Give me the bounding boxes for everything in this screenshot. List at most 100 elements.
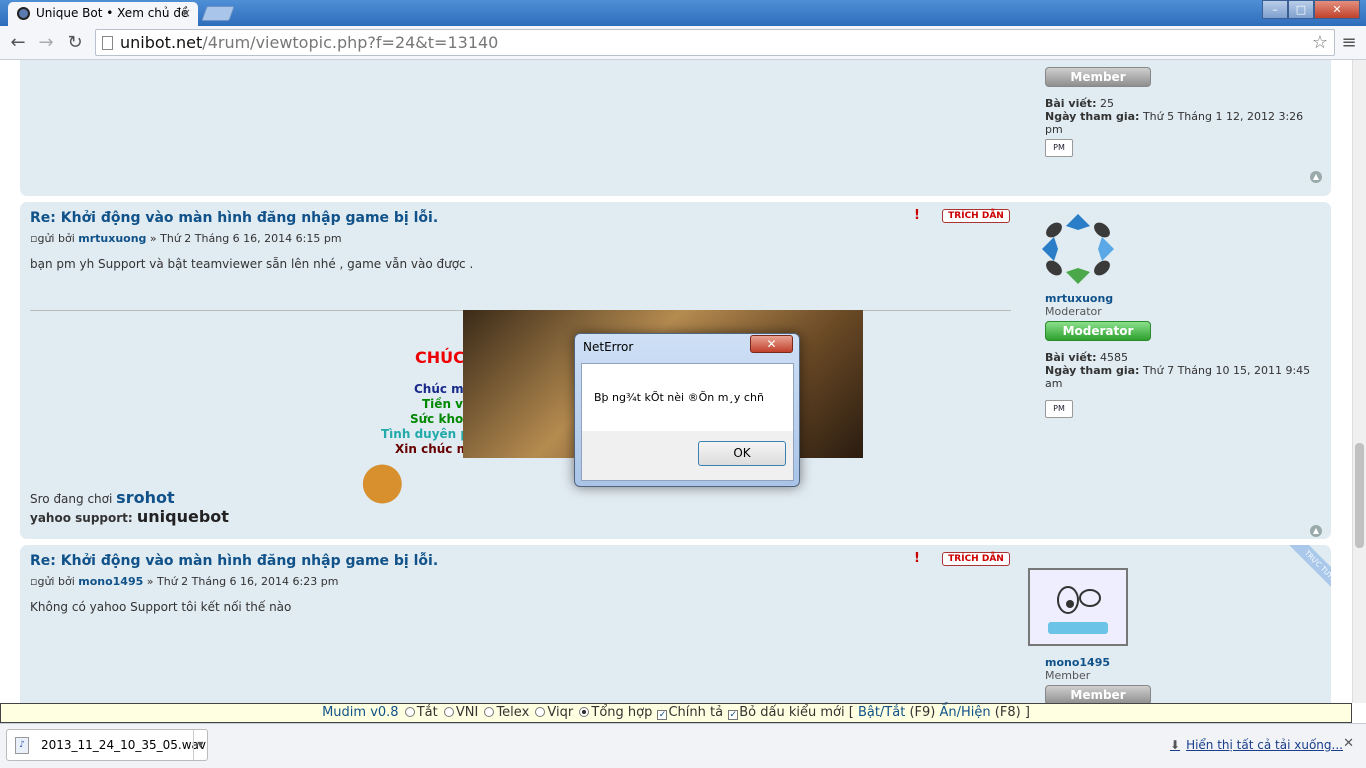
spellcheck-checkbox[interactable]: ✓ [657, 710, 668, 720]
new-tab-button[interactable] [201, 6, 235, 21]
by-label: gửi bởi [37, 575, 75, 588]
post-date: » Thứ 2 Tháng 6 16, 2014 6:15 pm [149, 232, 342, 245]
menu-icon[interactable]: ≡ [1340, 32, 1358, 53]
window-close-button[interactable]: ✕ [1314, 0, 1360, 19]
download-filename: 2013_11_24_10_35_05.wav [41, 738, 206, 752]
download-item[interactable]: ♪ 2013_11_24_10_35_05.wav ▼ [6, 729, 208, 761]
moderator-avatar [1042, 214, 1114, 284]
dialog-footer: OK [582, 431, 793, 480]
title-bar: Unique Bot • Xem chủ đề × – □ ✕ [0, 0, 1366, 26]
page-icon [102, 36, 113, 50]
post-profile: Member Bài viết: 25 Ngày tham gia: Thứ 5… [1045, 67, 1315, 136]
post-body: bạn pm yh Support và bật teamviewer sẵn … [30, 257, 474, 271]
rank-badge: Member [1045, 67, 1151, 87]
posts-label: Bài viết: [1045, 97, 1097, 110]
option-viqr: Viqr [547, 705, 574, 720]
download-menu-icon[interactable]: ▼ [193, 730, 207, 760]
report-icon[interactable]: ! [909, 551, 925, 567]
joined-label: Ngày tham gia: [1045, 364, 1140, 377]
bracket-close: ] [1024, 705, 1030, 720]
page-scrollbar[interactable] [1352, 60, 1366, 703]
posts-count: 4585 [1099, 351, 1128, 364]
radio-viqr[interactable] [535, 707, 546, 717]
address-bar[interactable]: unibot.net/4rum/viewtopic.php?f=24&t=131… [95, 29, 1335, 56]
toggle-link[interactable]: Bật/Tắt [858, 705, 905, 720]
post-meta: ▫gửi bởi mrtuxuong » Thứ 2 Tháng 6 16, 2… [30, 232, 342, 245]
bookmark-star-icon[interactable]: ☆ [1312, 30, 1328, 55]
rank-badge: Moderator [1045, 321, 1151, 341]
post-title[interactable]: Re: Khởi động vào màn hình đăng nhập gam… [30, 210, 438, 226]
newstyle-label: Bỏ dấu kiểu mới [739, 705, 845, 720]
user-avatar [1028, 568, 1128, 646]
dialog-message: Bþ ng¾t kÕt nèi ®Õn m¸y chñ [594, 391, 764, 404]
download-arrow-icon: ⬇ [1170, 738, 1181, 752]
tab-close-icon[interactable]: × [181, 2, 191, 25]
site-favicon-icon [17, 7, 30, 20]
rank-badge: Member [1045, 685, 1151, 703]
ok-button[interactable]: OK [698, 441, 786, 466]
post-profile: mono1495 Member Member [1045, 656, 1315, 703]
option-off: Tắt [416, 705, 438, 720]
post-meta: ▫gửi bởi mono1495 » Thứ 2 Tháng 6 16, 20… [30, 575, 338, 588]
post-title[interactable]: Re: Khởi động vào màn hình đăng nhập gam… [30, 553, 438, 569]
forward-button[interactable]: → [34, 31, 58, 55]
radio-off[interactable] [404, 707, 415, 717]
pm-button[interactable]: PM [1045, 400, 1073, 418]
profile-username[interactable]: mrtuxuong [1045, 292, 1315, 305]
face-sticker-icon [1048, 586, 1108, 634]
post-mono1495: Re: Khởi động vào màn hình đăng nhập gam… [20, 545, 1331, 703]
dialog-close-button[interactable]: ✕ [750, 335, 793, 353]
mudim-name: Mudim v0.8 [322, 705, 399, 720]
sig-label: Sro đang chơi [30, 492, 113, 506]
audio-file-icon: ♪ [15, 737, 29, 754]
quote-button[interactable]: TRÍCH DẪN [942, 552, 1010, 566]
toggle-key: (F9) [909, 705, 936, 720]
joined-label: Ngày tham gia: [1045, 110, 1140, 123]
newstyle-checkbox[interactable]: ✓ [728, 710, 739, 720]
maximize-button[interactable]: □ [1288, 0, 1314, 19]
url-host: unibot.net [120, 33, 203, 52]
showhide-link[interactable]: Ẩn/Hiện [940, 705, 991, 720]
browser-tab[interactable]: Unique Bot • Xem chủ đề × [8, 2, 198, 26]
post-body: Không có yahoo Support tôi kết nối thế n… [30, 600, 292, 614]
posts-count: 25 [1099, 97, 1114, 110]
scrollbar-thumb[interactable] [1355, 443, 1364, 548]
dialog-title: NetError [583, 340, 634, 354]
post-previous: Member Bài viết: 25 Ngày tham gia: Thứ 5… [20, 60, 1331, 196]
showhide-key: (F8) [994, 705, 1021, 720]
back-to-top-icon[interactable]: ▲ [1310, 171, 1322, 183]
mudim-toolbar: Mudim v0.8 Tắt VNI Telex Viqr Tổng hợp ✓… [0, 703, 1352, 723]
reload-button[interactable]: ↻ [63, 31, 87, 55]
radio-mixed[interactable] [579, 707, 590, 717]
signature-line-yahoo: yahoo support: uniquebot [30, 507, 229, 526]
back-button[interactable]: ← [6, 31, 30, 55]
tab-title: Unique Bot • Xem chủ đề [36, 6, 189, 20]
profile-username[interactable]: mono1495 [1045, 656, 1315, 669]
post-author[interactable]: mono1495 [78, 575, 143, 588]
minimize-button[interactable]: – [1262, 0, 1288, 19]
show-all-downloads-link[interactable]: ⬇ Hiển thị tất cả tải xuống... [1170, 738, 1343, 752]
posts-label: Bài viết: [1045, 351, 1097, 364]
spellcheck-label: Chính tả [668, 705, 724, 720]
sig-value: uniquebot [136, 507, 229, 526]
option-mixed: Tổng hợp [591, 705, 653, 720]
online-ribbon: TRỰC TUYẾN [1271, 545, 1331, 605]
show-all-label: Hiển thị tất cả tải xuống... [1186, 738, 1343, 752]
by-label: gửi bởi [37, 232, 75, 245]
quote-button[interactable]: TRÍCH DẪN [942, 209, 1010, 223]
url-path: /4rum/viewtopic.php?f=24&t=13140 [202, 33, 499, 52]
signature-line-game: Sro đang chơi srohot [30, 488, 175, 507]
post-author[interactable]: mrtuxuong [78, 232, 146, 245]
report-icon[interactable]: ! [909, 208, 925, 224]
radio-vni[interactable] [443, 707, 454, 717]
dialog-body: Bþ ng¾t kÕt nèi ®Õn m¸y chñ OK [581, 363, 794, 481]
post-profile: mrtuxuong Moderator Moderator Bài viết: … [1045, 292, 1315, 390]
close-download-bar-icon[interactable]: ✕ [1343, 736, 1354, 751]
window-controls: – □ ✕ [1262, 0, 1360, 19]
sig-label: yahoo support: [30, 511, 133, 525]
radio-telex[interactable] [484, 707, 495, 717]
monkey-emoticon-icon [362, 464, 420, 504]
sig-value: srohot [116, 488, 175, 507]
back-to-top-icon[interactable]: ▲ [1310, 525, 1322, 537]
pm-button[interactable]: PM [1045, 139, 1073, 157]
